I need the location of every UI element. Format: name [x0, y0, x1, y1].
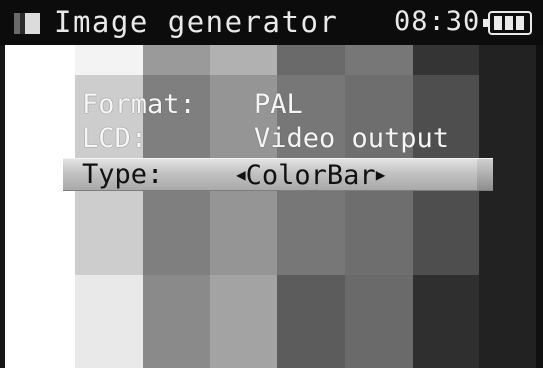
lcd-label: LCD:	[82, 123, 148, 154]
lcd-value[interactable]: Video output	[254, 124, 449, 154]
arrow-right-icon[interactable]: ▶	[376, 165, 386, 184]
screen-edge	[0, 45, 5, 368]
color-bar	[413, 45, 479, 368]
color-bar	[5, 45, 75, 368]
format-value[interactable]: PAL	[254, 90, 303, 120]
type-label: Type:	[82, 159, 164, 190]
image-generator-icon	[14, 13, 40, 34]
arrow-left-icon[interactable]: ◀	[236, 165, 246, 184]
format-label: Format:	[82, 89, 196, 120]
color-bar	[345, 45, 413, 368]
screen-title: Image generator	[54, 5, 339, 39]
battery-bar	[505, 16, 513, 30]
clock: 08:30	[394, 6, 481, 37]
type-selector[interactable]: ◀ColorBar▶	[236, 160, 385, 191]
device-screen: Image generator 08:30 Format: PAL LCD: V…	[0, 0, 543, 368]
color-bar	[479, 45, 536, 368]
title-bar: Image generator 08:30	[0, 0, 543, 45]
type-value: ColorBar	[245, 160, 376, 191]
screen-edge	[536, 45, 543, 368]
battery-icon	[483, 11, 532, 35]
battery-bar	[494, 16, 502, 30]
battery-bar	[516, 16, 524, 30]
